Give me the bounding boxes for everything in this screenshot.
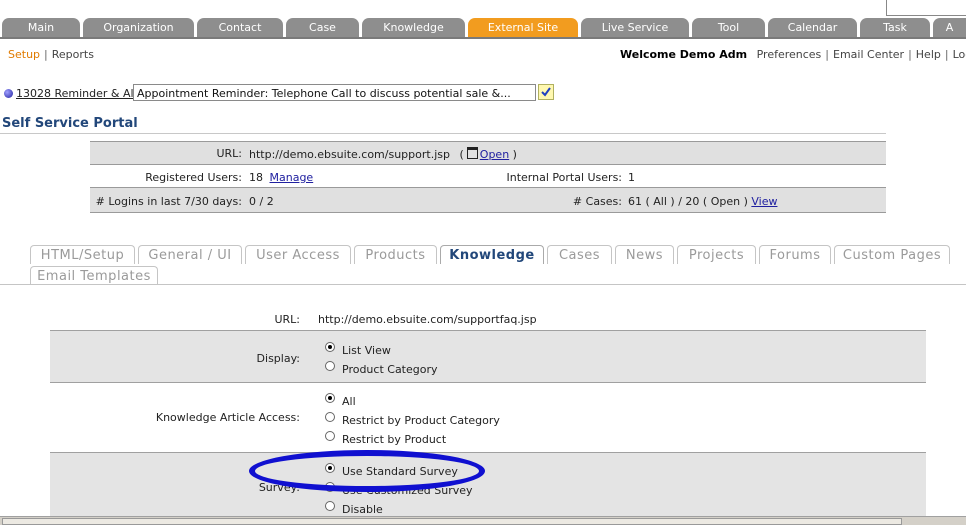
registered-users-label: Registered Users: (145, 171, 242, 184)
access-all-label: All (342, 395, 356, 408)
display-list-view-label: List View (342, 344, 391, 357)
tab-main[interactable]: Main (2, 18, 80, 37)
reminder-text-field[interactable]: Appointment Reminder: Telephone Call to … (133, 84, 536, 101)
subtab-forums[interactable]: Forums (759, 245, 831, 264)
cases-count: 61 ( All ) / 20 ( Open ) (628, 195, 748, 208)
subnav-separator: | (825, 48, 830, 61)
subtab-email-templates[interactable]: Email Templates (30, 266, 158, 285)
subnav-right: Welcome Demo Adm Preferences | Email Cente… (620, 48, 966, 61)
setup-link[interactable]: Setup (8, 48, 40, 61)
tab-knowledge[interactable]: Knowledge (362, 18, 465, 37)
tab-more[interactable]: A (933, 18, 966, 37)
open-icon[interactable] (466, 147, 478, 159)
reminder-alert-link[interactable]: 13028 Reminder & Alert (16, 87, 149, 100)
subtabs-divider (0, 284, 966, 285)
subnav-left: Setup | Reports (8, 48, 94, 61)
reminder-check-icon[interactable] (538, 84, 554, 100)
kb-url-label: URL: (274, 313, 300, 326)
subnav-separator: | (908, 48, 912, 61)
nav-divider (0, 37, 966, 39)
display-product-category-radio[interactable] (325, 361, 335, 371)
preferences-link[interactable]: Preferences (751, 48, 822, 61)
highlight-ellipse (249, 450, 485, 492)
subtab-user-access[interactable]: User Access (245, 245, 351, 264)
tab-tool[interactable]: Tool (692, 18, 765, 37)
reports-link[interactable]: Reports (52, 48, 94, 61)
access-product-label: Restrict by Product (342, 433, 447, 446)
portal-url-value: http://demo.ebsuite.com/support.jsp (Ope… (249, 147, 517, 161)
access-all-radio[interactable] (325, 393, 335, 403)
manage-link[interactable]: Manage (270, 171, 314, 184)
subtab-news[interactable]: News (615, 245, 674, 264)
display-product-category-label: Product Category (342, 363, 438, 376)
top-nav: Main Organization Contact Case Knowledge… (0, 18, 966, 38)
survey-disable-radio[interactable] (325, 501, 335, 511)
access-label: Knowledge Article Access: (155, 411, 300, 424)
survey-disable-label: Disable (342, 503, 383, 516)
subtab-html-setup[interactable]: HTML/Setup (30, 245, 135, 264)
tab-calendar[interactable]: Calendar (768, 18, 857, 37)
tab-task[interactable]: Task (860, 18, 930, 37)
welcome-text: Welcome Demo Adm (620, 48, 748, 61)
tab-contact[interactable]: Contact (197, 18, 283, 37)
access-product-category-label: Restrict by Product Category (342, 414, 500, 427)
reminder-bullet-icon (4, 89, 13, 98)
subtab-products[interactable]: Products (354, 245, 437, 264)
kb-url-value: http://demo.ebsuite.com/supportfaq.jsp (318, 313, 537, 326)
survey-label: Survey: (258, 481, 300, 494)
logins-label: # Logins in last 7/30 days: (95, 195, 242, 208)
registered-users-value: 18 Manage (249, 171, 313, 184)
display-label: Display: (256, 352, 300, 365)
view-cases-link[interactable]: View (751, 195, 777, 208)
tab-organization[interactable]: Organization (83, 18, 194, 37)
subtab-custom-pages[interactable]: Custom Pages (834, 245, 950, 264)
tab-case[interactable]: Case (286, 18, 359, 37)
subtab-projects[interactable]: Projects (677, 245, 756, 264)
top-search-box[interactable] (886, 0, 966, 16)
help-link[interactable]: Help (916, 48, 941, 61)
portal-url-label: URL: (216, 147, 242, 160)
email-center-link[interactable]: Email Center (833, 48, 904, 61)
access-product-category-radio[interactable] (325, 412, 335, 422)
subnav-separator: | (44, 48, 48, 61)
subtab-knowledge[interactable]: Knowledge (440, 245, 544, 264)
cases-label: # Cases: (572, 195, 622, 208)
open-link[interactable]: Open (480, 148, 509, 161)
tab-external-site[interactable]: External Site (468, 18, 578, 37)
subtab-cases[interactable]: Cases (547, 245, 612, 264)
internal-users-label: Internal Portal Users: (506, 171, 623, 184)
logins-value: 0 / 2 (249, 195, 274, 208)
access-product-radio[interactable] (325, 431, 335, 441)
cases-value: 61 ( All ) / 20 ( Open ) View (628, 195, 777, 208)
page-title: Self Service Portal (2, 116, 138, 131)
title-divider (0, 133, 886, 134)
subnav-separator: | (944, 48, 949, 61)
subtab-general-ui[interactable]: General / UI (138, 245, 242, 264)
portal-url-text: http://demo.ebsuite.com/support.jsp (249, 148, 450, 161)
display-list-view-radio[interactable] (325, 342, 335, 352)
tab-live-service[interactable]: Live Service (581, 18, 689, 37)
registered-users-count: 18 (249, 171, 263, 184)
internal-users-value: 1 (628, 171, 635, 184)
logout-link[interactable]: Logout (953, 48, 966, 61)
